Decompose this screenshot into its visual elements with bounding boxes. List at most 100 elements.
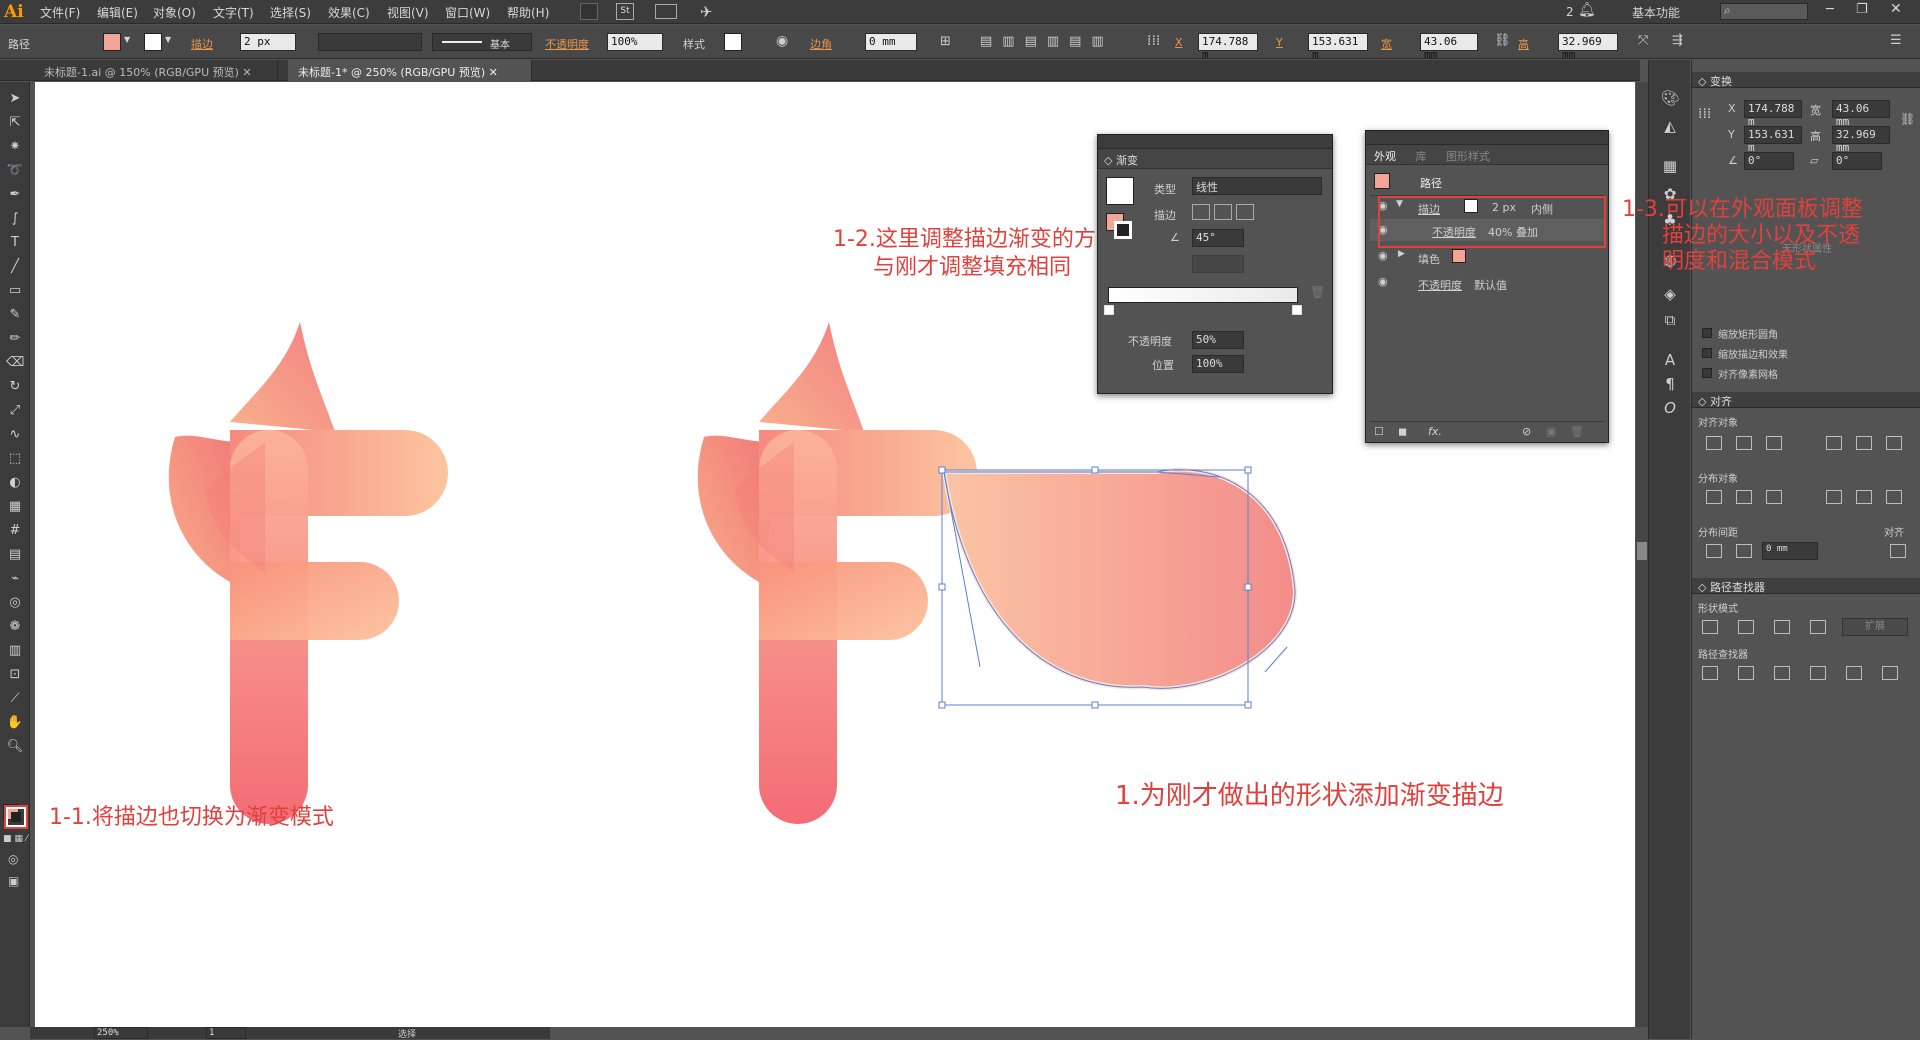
menu-edit[interactable]: 编辑(E) <box>97 4 138 21</box>
unite-icon[interactable] <box>1702 620 1718 634</box>
intersect-icon[interactable] <box>1774 620 1790 634</box>
tab-libraries[interactable]: 库 <box>1408 150 1435 163</box>
tab-document-1[interactable]: 未标题-1.ai @ 150% (RGB/GPU 预览) ✕ <box>34 60 278 81</box>
pixel-grid-checkbox[interactable] <box>1702 368 1712 378</box>
distribute-vspace-icon[interactable] <box>1706 544 1722 558</box>
artboards-icon[interactable]: ⧉ <box>1660 310 1680 330</box>
zoom-icon[interactable]: 🔍︎ <box>6 738 24 756</box>
outline-icon[interactable] <box>1846 666 1862 680</box>
delete-icon[interactable]: 🗑︎ <box>1570 425 1584 438</box>
lasso-icon[interactable]: ➰ <box>6 162 24 180</box>
logo-f-1[interactable] <box>168 322 448 824</box>
recolor-icon[interactable]: ◉ <box>776 33 788 49</box>
menu-window[interactable]: 窗口(W) <box>445 4 490 21</box>
current-tool-status[interactable]: 选择 <box>398 1027 416 1040</box>
align-to-icon[interactable]: ⊞ <box>940 34 951 49</box>
scale-icon[interactable]: ⤢ <box>6 402 24 420</box>
close-tab-icon[interactable]: ✕ <box>242 66 251 79</box>
artboard-number-field[interactable]: 1 <box>206 1027 246 1039</box>
distribute-hspace-icon[interactable] <box>1736 544 1752 558</box>
pen-icon[interactable]: ✒ <box>6 186 24 204</box>
stroke-gradient-within-icon[interactable] <box>1192 204 1210 220</box>
stop-opacity-field[interactable]: 50% <box>1192 331 1244 349</box>
corner-label[interactable]: 边角 <box>810 36 832 52</box>
screen-mode-icon[interactable]: ▣ <box>8 874 19 888</box>
zoom-field[interactable]: 250% <box>94 1027 148 1039</box>
y-field[interactable]: 153.631 m <box>1308 33 1368 61</box>
distribute-bottom-icon[interactable] <box>1766 490 1782 504</box>
stop-position-field[interactable]: 100% <box>1192 355 1244 373</box>
restore-icon[interactable]: ❐ <box>1856 2 1868 17</box>
minus-front-icon[interactable] <box>1738 620 1754 634</box>
shear-angle-field[interactable]: 0° <box>1832 152 1882 170</box>
artboard-icon[interactable]: ⊡ <box>6 666 24 684</box>
duplicate-icon[interactable]: ▣ <box>1546 425 1556 438</box>
opacity-label[interactable]: 不透明度 <box>545 36 589 52</box>
gradient-icon[interactable]: ▤ <box>6 546 24 564</box>
shape-builder-icon[interactable]: ◐ <box>6 474 24 492</box>
gradient-preview-swatch[interactable] <box>1106 177 1134 205</box>
bridge-icon[interactable] <box>580 3 598 20</box>
link-proportions-icon[interactable]: ⛓ <box>1494 33 1511 48</box>
spacing-field[interactable]: 0 mm <box>1762 542 1818 560</box>
arrange-documents-icon[interactable] <box>655 4 677 19</box>
transform-reference-icon[interactable]: ⁞⁞⁞ <box>1147 33 1160 49</box>
mesh-icon[interactable]: # <box>6 522 24 540</box>
symbol-sprayer-icon[interactable]: ❁ <box>6 618 24 636</box>
align-to-selection-icon[interactable] <box>1890 544 1906 558</box>
magic-wand-icon[interactable]: ✷ <box>6 138 24 156</box>
variable-width-select[interactable] <box>318 33 422 51</box>
exclude-icon[interactable] <box>1810 620 1826 634</box>
swatches-icon[interactable]: ▦ <box>1660 156 1680 176</box>
stroke-weight-field[interactable]: 2 px <box>240 33 296 51</box>
selection-tool-icon[interactable]: ➤ <box>6 90 24 108</box>
panel-menu-icon[interactable]: ☰ <box>1890 33 1902 48</box>
align-vcenter-icon[interactable] <box>1856 436 1872 450</box>
corner-field[interactable]: 0 mm <box>865 33 917 51</box>
menu-view[interactable]: 视图(V) <box>387 4 429 21</box>
curvature-icon[interactable]: ∫ <box>6 210 24 228</box>
align-bottom-icon[interactable] <box>1886 436 1902 450</box>
expand-triangle-icon[interactable]: ▶ <box>1398 249 1405 259</box>
character-icon[interactable]: A <box>1660 350 1680 370</box>
stroke-gradient-along-icon[interactable] <box>1214 204 1232 220</box>
tab-document-2[interactable]: 未标题-1* @ 250% (RGB/GPU 预览) ✕ <box>288 60 532 81</box>
align-panel-header[interactable]: ◇ 对齐 <box>1692 392 1920 408</box>
transform-panel-header[interactable]: ◇ 变换 <box>1692 72 1920 88</box>
clear-appearance-icon[interactable]: ⊘ <box>1522 425 1531 438</box>
minimize-icon[interactable]: ─ <box>1826 2 1834 17</box>
gradient-panel-header[interactable]: ◇ 渐变 <box>1098 149 1332 169</box>
constrain-proportions-icon[interactable]: ⛓ <box>1900 112 1915 126</box>
fill-attribute-label[interactable]: 填色 <box>1418 251 1440 267</box>
gpu-rocket-icon[interactable]: ✈ <box>700 3 713 21</box>
scale-strokes-checkbox[interactable] <box>1702 348 1712 358</box>
align-left-icon[interactable] <box>1706 436 1722 450</box>
transform-y-field[interactable]: 153.631 m <box>1744 126 1802 154</box>
distribute-vcenter-icon[interactable] <box>1736 490 1752 504</box>
isolate-icon[interactable]: ⇶ <box>1672 33 1683 48</box>
paragraph-icon[interactable]: ¶ <box>1660 374 1680 394</box>
scale-corners-checkbox[interactable] <box>1702 328 1712 338</box>
divide-icon[interactable] <box>1702 666 1718 680</box>
align-right-icon[interactable] <box>1766 436 1782 450</box>
visibility-eye-icon[interactable]: ◉ <box>1378 249 1388 262</box>
gradient-slider[interactable] <box>1108 287 1298 303</box>
menu-help[interactable]: 帮助(H) <box>507 4 549 21</box>
stroke-gradient-across-icon[interactable] <box>1236 204 1254 220</box>
tab-graphic-styles[interactable]: 图形样式 <box>1438 150 1498 163</box>
trim-icon[interactable] <box>1738 666 1754 680</box>
add-fill-icon[interactable]: ◼ <box>1398 425 1407 438</box>
blend-icon[interactable]: ◎ <box>6 594 24 612</box>
delete-stop-icon[interactable]: 🗑︎ <box>1310 285 1325 299</box>
graph-icon[interactable]: ▥ <box>6 642 24 660</box>
type-icon[interactable]: T <box>6 234 24 252</box>
line-icon[interactable]: ╱ <box>6 258 24 276</box>
opentype-icon[interactable]: O <box>1660 398 1680 418</box>
menu-file[interactable]: 文件(F) <box>40 4 80 21</box>
visibility-eye-icon[interactable]: ◉ <box>1378 275 1388 288</box>
rotate-angle-field[interactable]: 0° <box>1744 152 1794 170</box>
crop-icon[interactable] <box>1810 666 1826 680</box>
gradient-stop-left[interactable] <box>1104 305 1114 315</box>
transform-w-field[interactable]: 43.06 mm <box>1832 100 1890 128</box>
fill-attribute-swatch[interactable] <box>1452 249 1466 263</box>
